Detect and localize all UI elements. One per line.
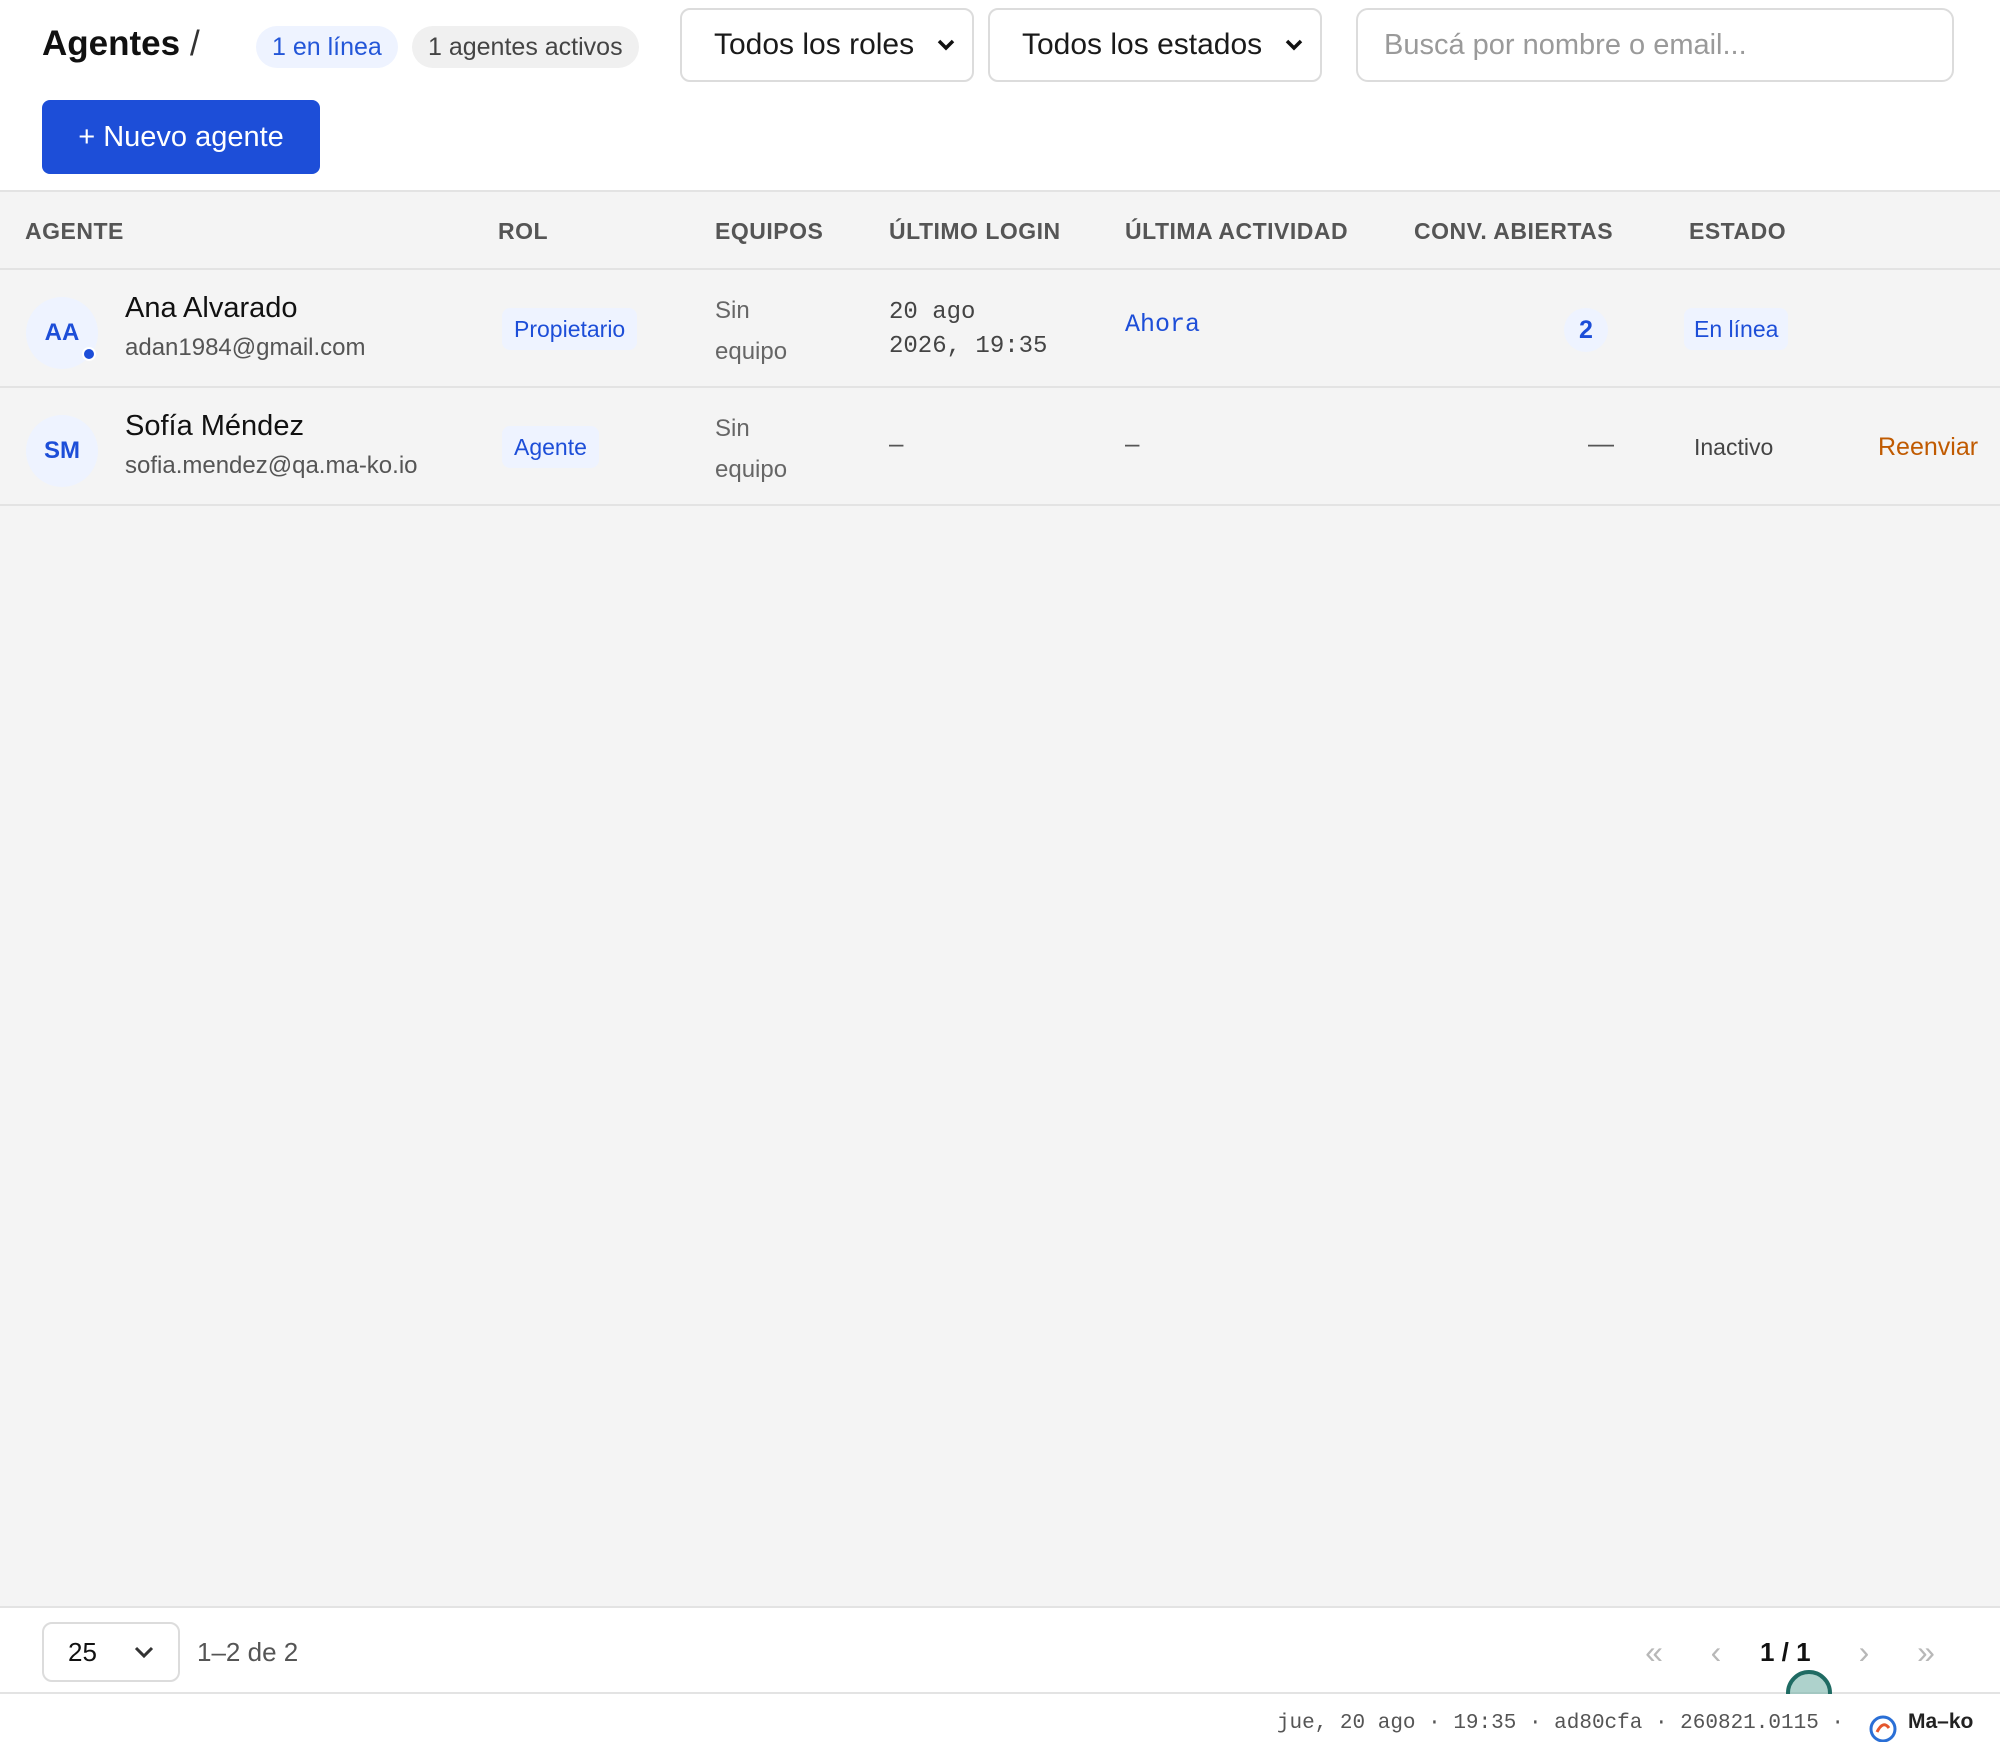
last-login-date: 20 ago (889, 299, 976, 326)
last-login-time: 2026, 19:35 (889, 333, 1048, 360)
last-activity-cell: Ahora (1125, 310, 1201, 339)
next-page-button[interactable]: › (1844, 1626, 1884, 1678)
page-size-select[interactable]: 25 (42, 1622, 180, 1682)
previous-page-button[interactable]: ‹ (1696, 1626, 1736, 1678)
avatar: SM (26, 415, 98, 487)
roles-filter-value: Todos los roles (714, 28, 915, 61)
last-login-cell: 20 ago 2026, 19:35 (889, 296, 1089, 364)
table-row[interactable]: AA Ana Alvarado adan1984@gmail.com Propi… (0, 270, 2000, 388)
breadcrumb-separator: / (190, 24, 200, 63)
first-page-button[interactable]: « (1634, 1626, 1674, 1678)
page-size-value: 25 (68, 1637, 97, 1667)
teams-line: Sin (715, 415, 750, 442)
online-dot-icon (82, 347, 96, 361)
results-range: 1–2 de 2 (197, 1637, 299, 1667)
chevron-down-icon (937, 39, 955, 51)
table-row[interactable]: SM Sofía Méndez sofia.mendez@qa.ma-ko.io… (0, 388, 2000, 506)
teams-line: equipo (715, 338, 788, 365)
agent-email: sofia.mendez@qa.ma-ko.io (125, 452, 418, 479)
agents-page: Agentes / 1 en línea 1 agentes activos T… (0, 0, 2000, 1742)
column-header-role[interactable]: ROL (498, 192, 548, 270)
column-header-last-login[interactable]: ÚLTIMO LOGIN (889, 192, 1061, 270)
teams-cell: Sin equipo (715, 408, 835, 490)
agent-email: adan1984@gmail.com (125, 334, 366, 361)
online-count-badge: 1 en línea (256, 26, 398, 68)
status-badge: En línea (1684, 308, 1789, 350)
page-header: Agentes / 1 en línea 1 agentes activos T… (0, 0, 2000, 192)
brand-name: Ma–ko (1908, 1710, 1974, 1733)
teams-cell: Sin equipo (715, 290, 835, 372)
roles-filter-select[interactable]: Todos los roles (680, 8, 974, 82)
chevron-down-icon (134, 1646, 154, 1659)
states-filter-value: Todos los estados (1022, 28, 1263, 61)
build-info: jue, 20 ago · 19:35 · ad80cfa · 260821.0… (1276, 1712, 1844, 1735)
states-filter-select[interactable]: Todos los estados (988, 8, 1322, 82)
table-header: AGENTE ROL EQUIPOS ÚLTIMO LOGIN ÚLTIMA A… (0, 192, 2000, 270)
open-conversations-count: — (1588, 428, 1614, 458)
role-badge: Propietario (502, 308, 638, 350)
column-header-open-conversations[interactable]: CONV. ABIERTAS (1414, 192, 1613, 270)
column-header-status[interactable]: ESTADO (1689, 192, 1786, 270)
teams-line: equipo (715, 456, 788, 483)
page-title: Agentes (42, 24, 181, 63)
resend-invite-button[interactable]: Reenviar (1878, 426, 1978, 468)
last-page-button[interactable]: » (1906, 1626, 1946, 1678)
column-header-teams[interactable]: EQUIPOS (715, 192, 823, 270)
column-header-agent[interactable]: AGENTE (25, 192, 124, 270)
active-agents-badge: 1 agentes activos (412, 26, 639, 68)
search-input[interactable] (1356, 8, 1954, 82)
open-conversations-count: 2 (1564, 308, 1608, 352)
agent-name[interactable]: Sofía Méndez (125, 410, 304, 443)
brand-logo-icon (1869, 1715, 1897, 1742)
last-activity-cell: – (1125, 428, 1140, 458)
status-text: Inactivo (1694, 434, 1774, 460)
chevron-down-icon (1285, 39, 1303, 51)
pagination-bar: 25 1–2 de 2 « ‹ 1 / 1 › » (0, 1606, 2000, 1694)
last-login-cell: – (889, 428, 904, 458)
column-header-last-activity[interactable]: ÚLTIMA ACTIVIDAD (1125, 192, 1348, 270)
new-agent-button[interactable]: + Nuevo agente (42, 100, 320, 174)
teams-line: Sin (715, 297, 750, 324)
role-badge: Agente (502, 426, 599, 468)
agent-name[interactable]: Ana Alvarado (125, 292, 298, 325)
status-bar: jue, 20 ago · 19:35 · ad80cfa · 260821.0… (0, 1694, 2000, 1742)
